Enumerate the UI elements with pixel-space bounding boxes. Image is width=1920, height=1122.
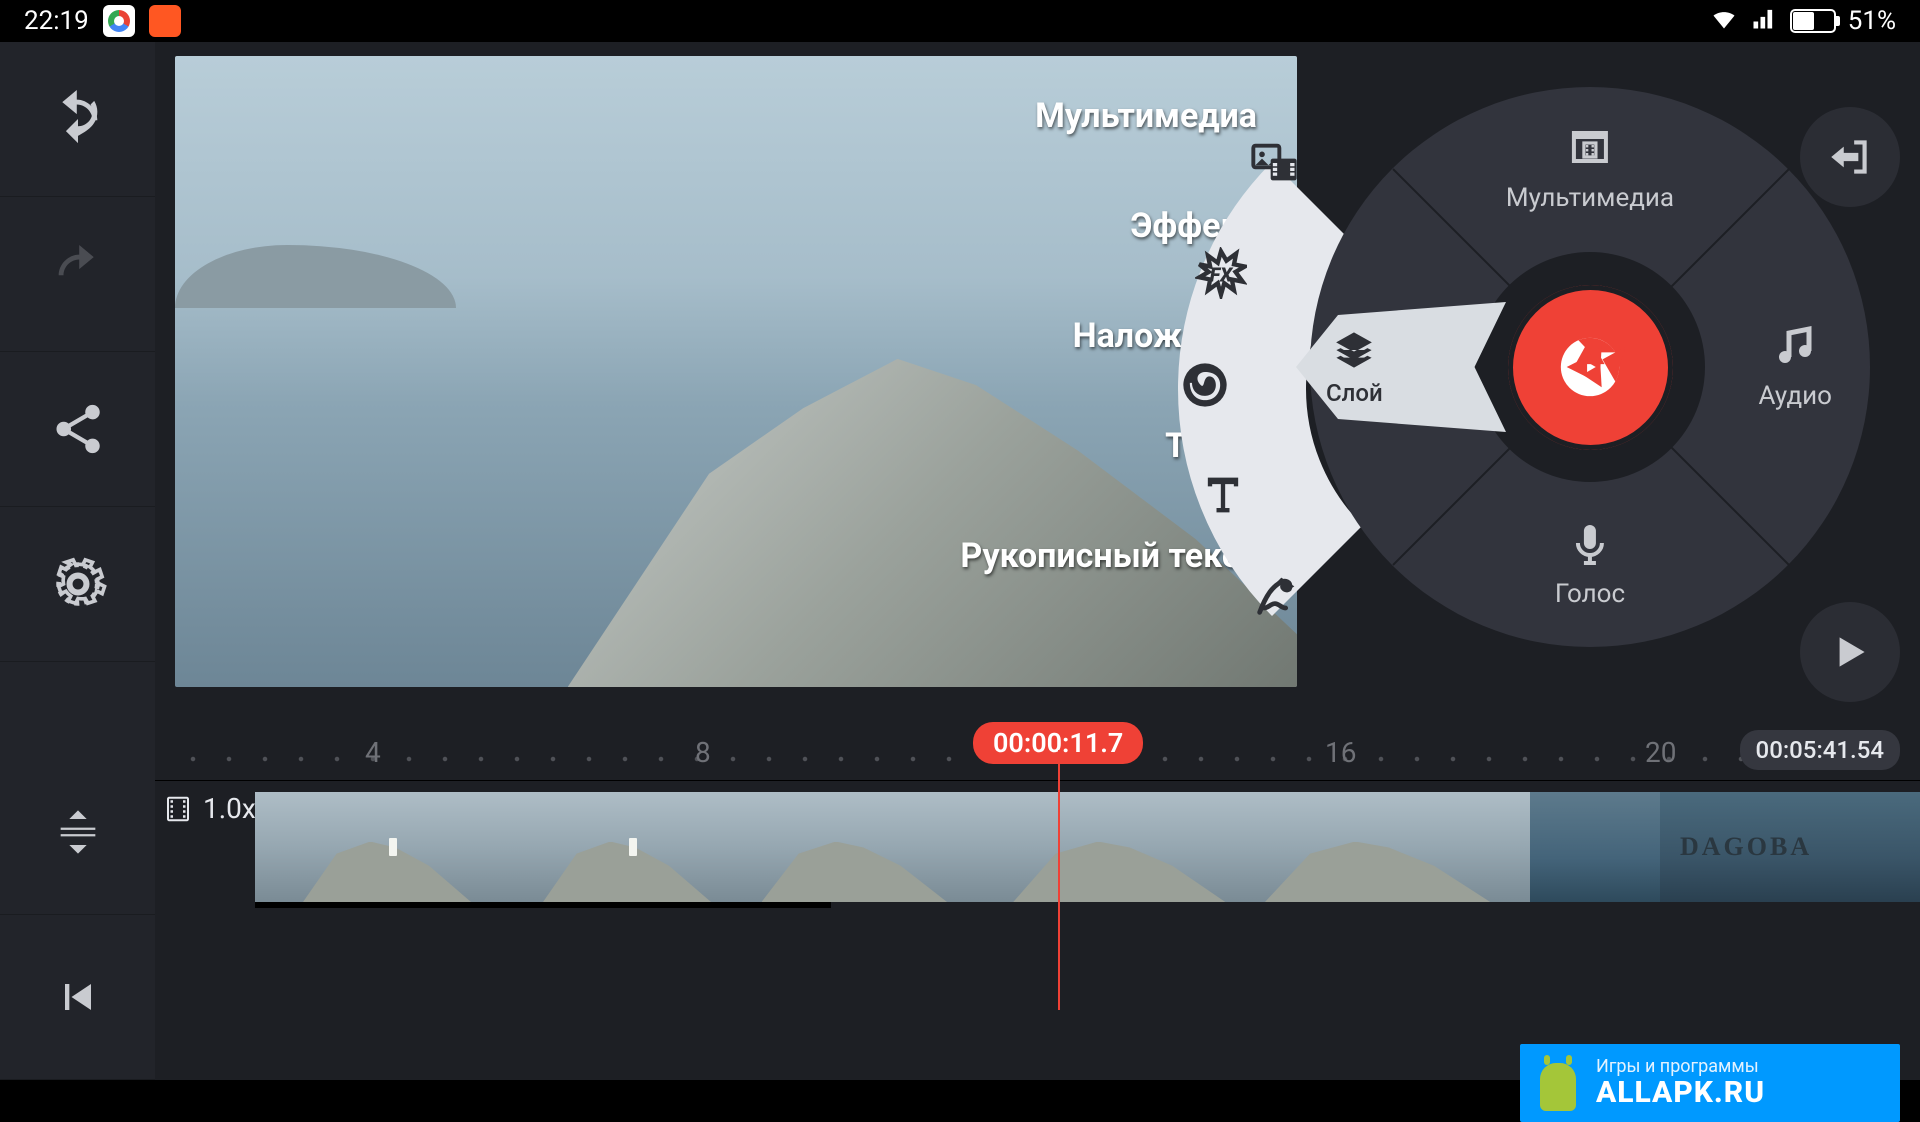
chrome-icon (103, 5, 135, 37)
android-status-bar: 22:19 51% (0, 0, 1920, 42)
submenu-multimedia-button[interactable] (1240, 128, 1310, 198)
wheel-multimedia-button[interactable]: Мультимедиа (1506, 125, 1674, 213)
ruler-mark: 16 (1325, 736, 1356, 769)
timeline[interactable]: 4 8 16 20 00:00:11.7 00:05:41.54 1.0x (155, 722, 1920, 1080)
wheel-layer-button-selected[interactable]: Слой (1296, 302, 1506, 432)
app-icon (149, 5, 181, 37)
wheel-multimedia-label: Мультимедиа (1506, 183, 1674, 213)
playhead[interactable]: 00:00:11.7 (973, 722, 1143, 782)
wifi-icon (1710, 4, 1738, 39)
layers-icon (1331, 327, 1377, 373)
wheel-layer-label: Слой (1326, 379, 1383, 407)
submenu-text-button[interactable] (1188, 460, 1258, 530)
shutter-icon (1555, 332, 1625, 402)
clip-thumbnail[interactable] (1660, 792, 1920, 902)
wheel-audio-label: Аудио (1759, 381, 1832, 411)
wheel-audio-button[interactable]: Аудио (1759, 323, 1832, 411)
total-duration: 00:05:41.54 (1740, 730, 1900, 770)
signal-icon (1750, 4, 1778, 39)
clip-thumbnail[interactable] (1265, 792, 1530, 902)
timeline-expand-button[interactable] (0, 750, 155, 915)
label-handwriting: Рукописный текст (960, 536, 1257, 576)
ruler-mark: 8 (695, 736, 711, 769)
ruler-mark: 20 (1645, 736, 1676, 769)
android-icon (1530, 1055, 1586, 1111)
clip-thumbnail[interactable] (1530, 792, 1660, 902)
undo-button[interactable] (0, 42, 155, 197)
clip-speed-badge[interactable]: 1.0x (163, 792, 256, 825)
label-multimedia: Мультимедиа (960, 96, 1257, 136)
clip-thumbnail[interactable] (735, 792, 1000, 902)
battery-percent: 51% (1848, 6, 1896, 36)
filmstrip-icon (163, 794, 193, 824)
wheel-record-button[interactable] (1508, 285, 1673, 450)
wheel-voice-label: Голос (1555, 579, 1625, 609)
ruler-mark: 4 (365, 736, 381, 769)
video-preview[interactable]: Мультимедиа Эффект Наложение Текст Рукоп… (175, 56, 1297, 687)
battery-icon (1790, 9, 1836, 33)
watermark-line1: Игры и программы (1596, 1057, 1765, 1077)
settings-button[interactable] (0, 507, 155, 662)
submenu-overlay-button[interactable] (1170, 350, 1240, 420)
svg-text:FX: FX (1210, 264, 1234, 287)
play-button[interactable] (1800, 602, 1900, 702)
video-editor: Мультимедиа Эффект Наложение Текст Рукоп… (0, 42, 1920, 1080)
speed-value: 1.0x (203, 792, 256, 825)
submenu-handwriting-button[interactable] (1242, 560, 1312, 630)
action-wheel: Мультимедиа Аудио Голос Слой (1310, 87, 1870, 647)
wheel-voice-button[interactable]: Голос (1555, 521, 1625, 609)
submenu-effect-button[interactable]: FX (1186, 238, 1256, 308)
share-button[interactable] (0, 352, 155, 507)
skip-start-button[interactable] (0, 915, 155, 1080)
watermark-line2: ALLAPK.RU (1596, 1076, 1765, 1109)
video-track[interactable] (255, 792, 1920, 902)
left-sidebar (0, 42, 155, 1080)
exit-button[interactable] (1800, 107, 1900, 207)
clip-thumbnail[interactable] (255, 792, 495, 902)
redo-button[interactable] (0, 197, 155, 352)
watermark-badge: Игры и программы ALLAPK.RU (1520, 1044, 1900, 1122)
clip-thumbnail[interactable] (495, 792, 735, 902)
status-time: 22:19 (24, 6, 89, 36)
clip-thumbnail[interactable] (1000, 792, 1265, 902)
